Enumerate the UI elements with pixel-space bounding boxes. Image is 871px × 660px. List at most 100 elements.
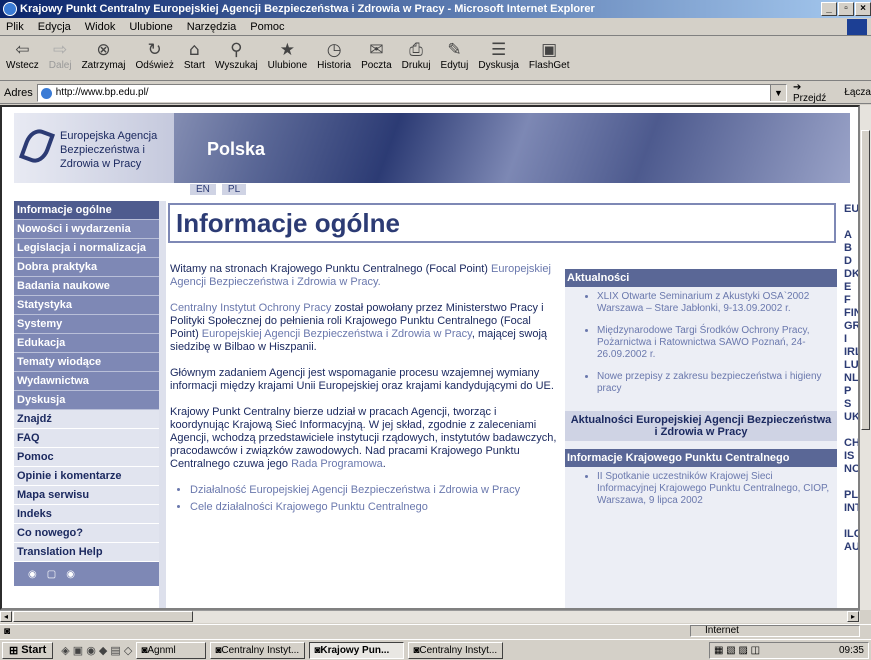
- menu-item[interactable]: Plik: [6, 21, 24, 33]
- agency-link[interactable]: Europejskiej Agencji Bezpieczeństwa i Zd…: [202, 328, 472, 340]
- sidebar-item[interactable]: Statystyka: [14, 296, 159, 315]
- sidebar-item[interactable]: Nowości i wydarzenia: [14, 220, 159, 239]
- menu-item[interactable]: Edycja: [38, 21, 71, 33]
- news-list: XLIX Otwarte Seminarium z Akustyki OSA`2…: [597, 287, 831, 411]
- links-button[interactable]: Łącza: [844, 87, 871, 98]
- country-link[interactable]: D: [844, 255, 858, 268]
- sidebar-item[interactable]: Informacje ogólne: [14, 201, 159, 220]
- sidebar-item[interactable]: Znajdź: [14, 410, 159, 429]
- toolbar-button[interactable]: ⇨ Dalej: [49, 37, 72, 71]
- next-icon[interactable]: ◉: [66, 569, 75, 580]
- sidebar-item[interactable]: Indeks: [14, 505, 159, 524]
- title-bar: Krajowy Punkt Centralny Europejskiej Age…: [0, 0, 871, 18]
- minimize-button[interactable]: _: [821, 2, 837, 16]
- country-link[interactable]: PL: [844, 489, 858, 502]
- toolbar-button[interactable]: ⚲ Wyszukaj: [215, 37, 258, 71]
- menu-item[interactable]: Pomoc: [250, 21, 284, 33]
- history-icon: ◷: [326, 40, 342, 60]
- toolbar-button[interactable]: ⊗ Zatrzymaj: [82, 37, 126, 71]
- country-link[interactable]: F: [844, 294, 858, 307]
- country-link[interactable]: GR: [844, 320, 858, 333]
- agency-news-heading[interactable]: Aktualności Europejskiej Agencji Bezpiec…: [565, 411, 837, 441]
- lang-pl[interactable]: PL: [221, 184, 249, 195]
- horizontal-scroll-thumb[interactable]: [13, 611, 193, 622]
- country-link[interactable]: NL: [844, 372, 858, 385]
- ciop-link[interactable]: Centralny Instytut Ochrony Pracy: [170, 302, 331, 314]
- sidebar-item[interactable]: Badania naukowe: [14, 277, 159, 296]
- country-link[interactable]: B: [844, 242, 858, 255]
- paragraph-intro: Witamy na stronach Krajowego Punktu Cent…: [170, 263, 558, 289]
- taskbar-item[interactable]: ◙ Agnml: [136, 641, 207, 659]
- lang-en[interactable]: EN: [190, 184, 218, 195]
- maximize-button[interactable]: ▫: [838, 2, 854, 16]
- quick-launch-icons[interactable]: ◈ ▣ ◉ ◆ ▤ ◇: [61, 644, 132, 657]
- country-link[interactable]: LUD: [844, 359, 858, 372]
- sidebar-item[interactable]: Dyskusja: [14, 391, 159, 410]
- address-dropdown-icon[interactable]: ▼: [769, 84, 786, 101]
- sidebar-item[interactable]: Tematy wiodące: [14, 353, 159, 372]
- country-link[interactable]: DK: [844, 268, 858, 281]
- news-item[interactable]: Międzynarodowe Targi Środków Ochrony Pra…: [597, 325, 831, 361]
- vertical-scroll-thumb[interactable]: [861, 130, 870, 430]
- country-link[interactable]: UK: [844, 411, 858, 424]
- toolbar-button[interactable]: ⇦ Wstecz: [6, 37, 39, 71]
- tray-icons[interactable]: ▦ ▧ ▨ ◫: [714, 645, 760, 656]
- country-link[interactable]: P: [844, 385, 858, 398]
- close-button[interactable]: ×: [855, 2, 871, 16]
- taskbar-item[interactable]: ◙ Krajowy Pun...: [309, 641, 405, 659]
- country-link[interactable]: S: [844, 398, 858, 411]
- program-council-link[interactable]: Rada Programowa: [291, 458, 383, 470]
- country-link[interactable]: E: [844, 281, 858, 294]
- sidebar-item[interactable]: FAQ: [14, 429, 159, 448]
- toolbar-button[interactable]: ✉ Poczta: [361, 37, 392, 71]
- country-link[interactable]: EU: [844, 203, 858, 216]
- country-link[interactable]: FIN: [844, 307, 858, 320]
- scroll-left-icon[interactable]: ◂: [0, 611, 12, 622]
- toolbar-button[interactable]: ▣ FlashGet: [529, 37, 570, 71]
- toolbar-button[interactable]: ✎ Edytuj: [441, 37, 469, 71]
- menu-item[interactable]: Ulubione: [129, 21, 172, 33]
- toolbar-button[interactable]: ☰ Dyskusja: [478, 37, 519, 71]
- toolbar-button[interactable]: ↻ Odśwież: [135, 37, 173, 71]
- list-item[interactable]: Działalność Europejskiej Agencji Bezpiec…: [190, 484, 558, 497]
- toolbar-button[interactable]: ⌂ Start: [184, 37, 205, 71]
- country-link[interactable]: IS: [844, 450, 858, 463]
- country-link[interactable]: CH: [844, 437, 858, 450]
- sidebar-item[interactable]: Systemy: [14, 315, 159, 334]
- sidebar-item[interactable]: Pomoc: [14, 448, 159, 467]
- sidebar-item[interactable]: Mapa serwisu: [14, 486, 159, 505]
- country-link[interactable]: INT: [844, 502, 858, 515]
- kpc-item[interactable]: II Spotkanie uczestników Krajowej Sieci …: [597, 471, 831, 507]
- start-button[interactable]: ⊞ Start: [2, 641, 54, 659]
- toolbar-button[interactable]: ⎙ Drukuj: [402, 37, 431, 71]
- menu-item[interactable]: Widok: [85, 21, 116, 33]
- news-item[interactable]: Nowe przepisy z zakresu bezpieczeństwa i…: [597, 371, 831, 395]
- country-link[interactable]: ILO: [844, 528, 858, 541]
- list-item[interactable]: Cele działalności Krajowego Punktu Centr…: [190, 501, 558, 514]
- taskbar-item[interactable]: ◙ Centralny Instyt...: [210, 641, 306, 659]
- sidebar-item[interactable]: Wydawnictwa: [14, 372, 159, 391]
- sidebar-item[interactable]: Co nowego?: [14, 524, 159, 543]
- menu-item[interactable]: Narzędzia: [187, 21, 237, 33]
- sidebar-item[interactable]: Translation Help: [14, 543, 159, 562]
- toolbar-button[interactable]: ◷ Historia: [317, 37, 351, 71]
- window-icon[interactable]: ▢: [47, 569, 56, 580]
- prev-icon[interactable]: ◉: [28, 569, 37, 580]
- go-button[interactable]: ➔ Przejdź: [793, 82, 836, 104]
- sidebar-item[interactable]: Edukacja: [14, 334, 159, 353]
- toolbar-label: Zatrzymaj: [81, 60, 126, 71]
- country-link: [844, 476, 858, 489]
- country-link[interactable]: A: [844, 229, 858, 242]
- address-input[interactable]: http://www.bp.edu.pl/ ▼: [36, 83, 787, 102]
- sidebar-item[interactable]: Dobra praktyka: [14, 258, 159, 277]
- country-link[interactable]: I: [844, 333, 858, 346]
- country-link[interactable]: NO: [844, 463, 858, 476]
- news-item[interactable]: XLIX Otwarte Seminarium z Akustyki OSA`2…: [597, 291, 831, 315]
- sidebar-item[interactable]: Legislacja i normalizacja: [14, 239, 159, 258]
- country-link[interactable]: IRL: [844, 346, 858, 359]
- taskbar-item[interactable]: ◙ Centralny Instyt...: [408, 641, 504, 659]
- sidebar-item[interactable]: Opinie i komentarze: [14, 467, 159, 486]
- scroll-right-icon[interactable]: ▸: [847, 611, 859, 622]
- toolbar-button[interactable]: ★ Ulubione: [268, 37, 307, 71]
- country-link[interactable]: AU: [844, 541, 858, 554]
